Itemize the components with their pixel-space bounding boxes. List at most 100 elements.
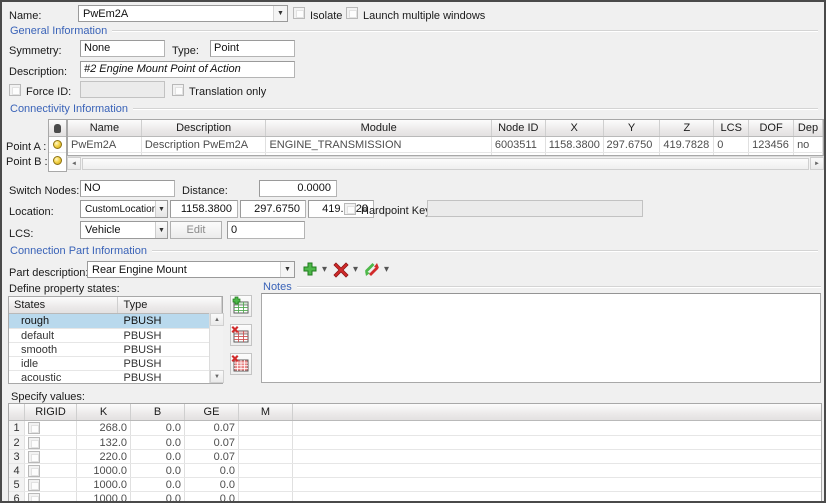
cell-rownum: 2 [9,436,25,449]
hardpoint-key-field[interactable] [427,200,643,217]
column-header-states[interactable]: States [9,297,118,313]
connectivity-table[interactable]: Name Description Module Node ID X Y Z LC… [67,119,824,156]
column-header-ge[interactable]: GE [185,404,239,420]
point-a-selector[interactable] [49,137,66,152]
force-id-field[interactable] [80,81,165,98]
column-header-name[interactable]: Name [68,120,142,136]
delete-part-dropdown-icon[interactable]: ▾ [353,264,358,275]
cell-rigid[interactable] [25,464,77,477]
cell-rigid[interactable] [25,492,77,503]
swap-part-dropdown-icon[interactable]: ▾ [384,264,389,275]
list-item[interactable]: rough PBUSH [9,314,222,328]
column-header-dep[interactable]: Dep [794,120,823,136]
table-row[interactable]: 5 1000.0 0.0 0.0 [9,477,821,491]
cell-rigid[interactable] [25,421,77,435]
cell-rigid[interactable] [25,450,77,463]
point-b-selector[interactable] [49,152,66,167]
description-field[interactable]: #2 Engine Mount Point of Action [80,61,295,78]
hscroll-thumb[interactable] [82,158,809,170]
distance-field[interactable]: 0.0000 [259,180,337,197]
connectivity-hscrollbar[interactable]: ◄ ► [67,156,824,170]
location-x-field[interactable]: 1158.3800 [170,200,238,218]
list-item[interactable]: default PBUSH [9,328,222,342]
cell-rigid[interactable] [25,478,77,491]
column-header-y[interactable]: Y [604,120,661,136]
table-row[interactable]: PwEm2A Description PwEm2A ENGINE_TRANSMI… [68,137,823,152]
column-header-type[interactable]: Type [118,297,222,313]
lcs-id-field[interactable]: 0 [227,221,305,239]
cell-b: 0.0 [131,478,185,491]
column-header-k[interactable]: K [77,404,131,420]
part-description-combobox[interactable]: Rear Engine Mount ▼ [87,261,295,278]
column-header-description[interactable]: Description [142,120,267,136]
lcs-combobox[interactable]: Vehicle ▼ [80,221,168,239]
list-item[interactable]: smooth PBUSH [9,342,222,356]
rigid-checkbox[interactable] [28,451,40,463]
section-divider [152,250,818,252]
column-header-module[interactable]: Module [266,120,491,136]
location-y-field[interactable]: 297.6750 [240,200,306,218]
connection-part-information-title: Connection Part Information [8,245,152,257]
scroll-left-icon[interactable]: ◄ [67,157,81,170]
property-states-table[interactable]: States Type rough PBUSH default PBUSH sm… [8,296,223,384]
rigid-checkbox[interactable] [28,422,40,434]
property-states-vscrollbar[interactable]: ▲ ▼ [209,313,223,383]
delete-all-states-button[interactable] [230,353,252,375]
column-header-node-id[interactable]: Node ID [492,120,546,136]
add-part-button[interactable] [301,261,318,278]
notes-textarea[interactable] [261,293,821,383]
isolate-checkbox[interactable] [293,7,305,19]
point-b-label: Point B : [6,156,48,168]
symmetry-label: Symmetry: [9,45,62,57]
delete-part-button[interactable] [332,261,349,278]
point-a-bullet-icon [53,140,62,149]
table-row[interactable]: 6 1000.0 0.0 0.0 [9,491,821,503]
table-row[interactable]: 1 268.0 0.0 0.07 [9,421,821,435]
name-combobox[interactable]: PwEm2A ▼ [78,5,288,22]
column-header-lcs[interactable]: LCS [714,120,749,136]
cell-b: 0.0 [131,492,185,503]
translation-only-checkbox[interactable] [172,84,184,96]
column-header-dof[interactable]: DOF [749,120,794,136]
cell-filler [293,464,821,477]
cell-type: PBUSH [119,329,223,342]
lcs-edit-button[interactable]: Edit [170,221,222,239]
table-row[interactable]: 4 1000.0 0.0 0.0 [9,463,821,477]
column-header-b[interactable]: B [131,404,185,420]
cell-ge: 0.07 [185,436,239,449]
table-row[interactable]: 2 132.0 0.0 0.07 [9,435,821,449]
delete-state-button[interactable] [230,324,252,346]
cell-ge: 0.07 [185,450,239,463]
rigid-checkbox[interactable] [28,465,40,477]
column-header-m[interactable]: M [239,404,293,420]
scroll-right-icon[interactable]: ► [810,157,824,170]
cell-b: 0.0 [131,464,185,477]
symmetry-field[interactable]: None [80,40,165,57]
rigid-checkbox[interactable] [28,437,40,449]
specify-values-table[interactable]: RIGID K B GE M 1 268.0 0.0 0.07 2 132.0 … [8,403,822,503]
force-id-checkbox[interactable] [9,84,21,96]
specify-values-header: RIGID K B GE M [9,404,821,421]
list-item[interactable]: idle PBUSH [9,356,222,370]
switch-nodes-field[interactable]: NO [80,180,175,197]
hardpoint-key-checkbox[interactable] [344,203,356,215]
column-header-rigid[interactable]: RIGID [25,404,77,420]
rigid-checkbox[interactable] [28,479,40,491]
location-combobox[interactable]: CustomLocation ▼ [80,200,168,218]
scroll-down-icon[interactable]: ▼ [210,370,224,383]
rigid-checkbox[interactable] [28,493,40,503]
add-part-dropdown-icon[interactable]: ▾ [322,264,327,275]
add-state-button[interactable] [230,295,252,317]
chevron-down-icon: ▼ [155,222,167,238]
column-header-z[interactable]: Z [660,120,714,136]
scroll-up-icon[interactable]: ▲ [210,313,224,326]
cell-rigid[interactable] [25,436,77,449]
list-item[interactable]: acoustic PBUSH [9,370,222,384]
launch-multiple-windows-checkbox[interactable] [346,7,358,19]
cell-x: 1158.3800 [546,137,604,152]
swap-part-button[interactable] [363,261,380,278]
cell-z: 419.7828 [660,137,714,152]
table-row[interactable]: 3 220.0 0.0 0.07 [9,449,821,463]
column-header-x[interactable]: X [546,120,604,136]
type-field[interactable]: Point [210,40,295,57]
